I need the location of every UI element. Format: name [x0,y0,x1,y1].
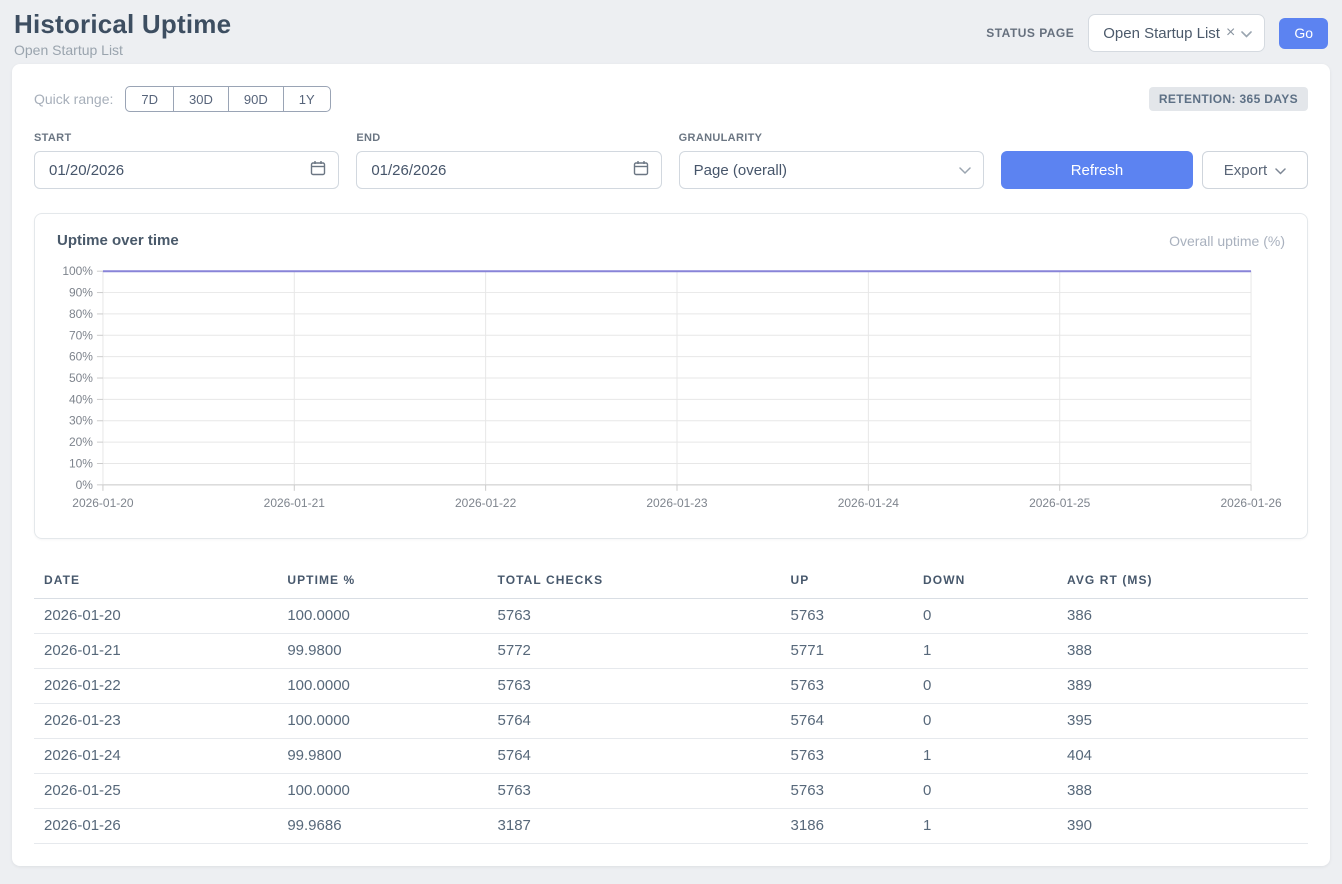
svg-text:40%: 40% [69,392,93,406]
granularity-label: GRANULARITY [679,132,984,144]
quick-range-label: Quick range: [34,91,113,107]
svg-text:70%: 70% [69,328,93,342]
header-controls: STATUS PAGE Open Startup List × Go [986,14,1328,52]
page-subtitle: Open Startup List [14,42,231,58]
granularity-select[interactable]: Page (overall) [679,151,984,189]
quick-range-7d[interactable]: 7D [125,86,174,112]
uptime-table: DATE UPTIME % TOTAL CHECKS UP DOWN AVG R… [34,563,1308,844]
clear-icon[interactable]: × [1226,25,1235,41]
chart-legend: Overall uptime (%) [1169,233,1285,249]
uptime-chart-svg: 0% 10% 20% 30% 40% 50% 60% 70% 80% 90% 100% 2026-01… [57,263,1285,521]
chevron-down-icon [1241,25,1252,42]
svg-text:2026-01-23: 2026-01-23 [646,496,708,510]
svg-text:2026-01-25: 2026-01-25 [1029,496,1091,510]
svg-text:2026-01-21: 2026-01-21 [264,496,326,510]
svg-text:2026-01-24: 2026-01-24 [838,496,900,510]
granularity-field: GRANULARITY Page (overall) [679,132,984,189]
export-label: Export [1224,162,1267,179]
calendar-icon[interactable] [310,160,326,180]
start-date-field: START 01/20/2026 [34,132,339,189]
column-header-up: UP [781,563,913,599]
start-date-input[interactable]: 01/20/2026 [34,151,339,189]
column-header-uptime: UPTIME % [277,563,487,599]
status-page-label: STATUS PAGE [986,26,1074,40]
end-label: END [356,132,661,144]
uptime-table-body: 2026-01-20100.00005763576303862026-01-21… [34,599,1308,844]
table-row: 2026-01-2199.9800577257711388 [34,634,1308,669]
table-row: 2026-01-20100.0000576357630386 [34,599,1308,634]
column-header-avg-rt: AVG RT (MS) [1057,563,1308,599]
svg-text:80%: 80% [69,307,93,321]
table-row: 2026-01-22100.0000576357630389 [34,669,1308,704]
svg-text:100%: 100% [62,264,93,278]
chevron-down-icon [959,162,971,179]
quick-range-row: Quick range: 7D30D90D1Y RETENTION: 365 D… [34,86,1308,112]
granularity-value: Page (overall) [694,162,787,179]
table-row: 2026-01-2699.9686318731861390 [34,809,1308,844]
table-row: 2026-01-2499.9800576457631404 [34,739,1308,774]
start-date-value: 01/20/2026 [49,162,124,179]
page: Historical Uptime Open Startup List STAT… [0,0,1342,866]
end-date-value: 01/26/2026 [371,162,446,179]
export-button[interactable]: Export [1202,151,1308,189]
page-title: Historical Uptime [14,9,231,40]
refresh-button[interactable]: Refresh [1001,151,1193,189]
quick-range-group: 7D30D90D1Y [125,86,330,112]
svg-text:30%: 30% [69,414,93,428]
quick-range-90d[interactable]: 90D [228,86,284,112]
column-header-date: DATE [34,563,277,599]
status-page-value: Open Startup List [1103,25,1220,42]
calendar-icon[interactable] [633,160,649,180]
go-button[interactable]: Go [1279,18,1328,49]
chart-title: Uptime over time [57,232,179,249]
svg-text:10%: 10% [69,456,93,470]
end-date-field: END 01/26/2026 [356,132,661,189]
svg-text:2026-01-22: 2026-01-22 [455,496,517,510]
uptime-chart-card: Uptime over time Overall uptime (%) 0% 10… [34,213,1308,539]
svg-text:2026-01-20: 2026-01-20 [72,496,134,510]
chart-area: 0% 10% 20% 30% 40% 50% 60% 70% 80% 90% 100% 2026-01… [57,263,1285,526]
svg-text:50%: 50% [69,371,93,385]
end-date-input[interactable]: 01/26/2026 [356,151,661,189]
table-row: 2026-01-23100.0000576457640395 [34,704,1308,739]
retention-badge: RETENTION: 365 DAYS [1149,87,1308,111]
svg-text:0%: 0% [76,478,94,492]
quick-range-30d[interactable]: 30D [173,86,229,112]
title-block: Historical Uptime Open Startup List [14,9,231,58]
filters-row: START 01/20/2026 END 01/26/2026 [34,132,1308,189]
table-header-row: DATE UPTIME % TOTAL CHECKS UP DOWN AVG R… [34,563,1308,599]
chevron-down-icon [1275,162,1286,179]
table-row: 2026-01-25100.0000576357630388 [34,774,1308,809]
status-page-select[interactable]: Open Startup List × [1088,14,1265,52]
svg-text:60%: 60% [69,350,93,364]
svg-text:90%: 90% [69,286,93,300]
column-header-total-checks: TOTAL CHECKS [488,563,781,599]
quick-range-1y[interactable]: 1Y [283,86,331,112]
svg-text:20%: 20% [69,435,93,449]
column-header-down: DOWN [913,563,1057,599]
main-panel: Quick range: 7D30D90D1Y RETENTION: 365 D… [12,64,1330,866]
start-label: START [34,132,339,144]
svg-text:2026-01-26: 2026-01-26 [1220,496,1282,510]
top-header: Historical Uptime Open Startup List STAT… [12,0,1330,64]
